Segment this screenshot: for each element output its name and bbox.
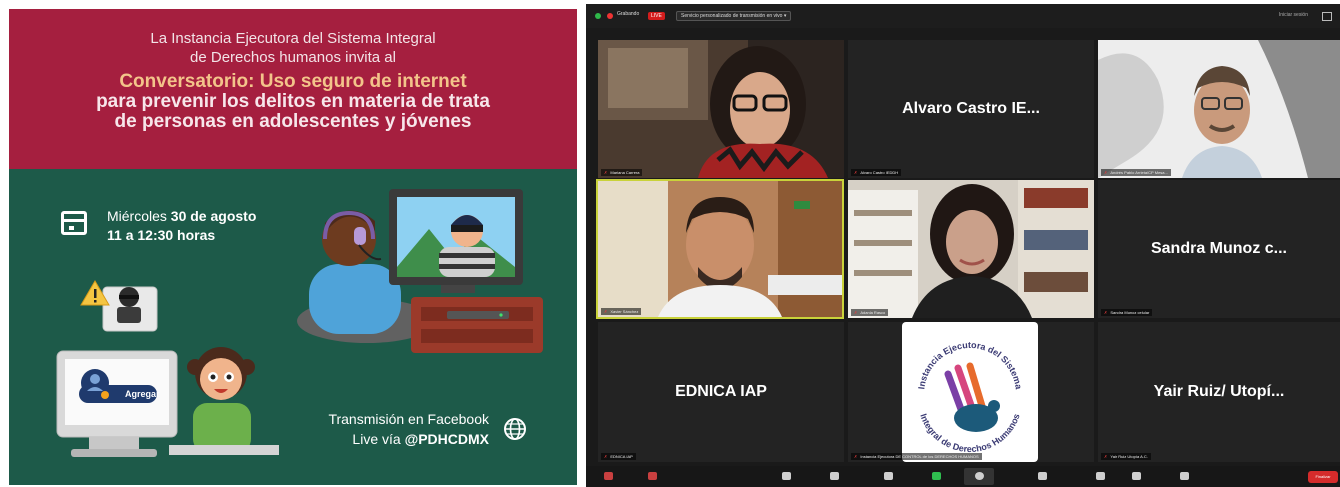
participants-icon[interactable] xyxy=(830,472,839,480)
share-screen-icon[interactable] xyxy=(932,472,941,480)
participant-name-tag: ✗ Yair Ruiz Utopía A.C. xyxy=(1101,453,1151,460)
poster-event-title: Conversatorio: Uso seguro de internet pa… xyxy=(9,72,577,132)
organization-logo: Instancia Ejecutora del Sistema Integral… xyxy=(902,322,1038,462)
girl-character xyxy=(169,347,279,455)
participant-name-tag: ✗ Sandra Munoz celular xyxy=(1101,309,1153,316)
security-shield-icon[interactable] xyxy=(595,13,601,19)
organization-logo-graphic: Instancia Ejecutora del Sistema Integral… xyxy=(916,340,1024,454)
participant-display-name: Sandra Munoz c... xyxy=(1150,240,1287,257)
gallery-view-icon[interactable] xyxy=(1322,12,1332,21)
participant-tile[interactable]: ✗ Adanla Rasco xyxy=(848,180,1094,318)
tv-stand xyxy=(411,297,543,353)
poster-intro-line1: La Instancia Ejecutora del Sistema Integ… xyxy=(150,30,436,47)
stream-handle: @PDHCDMX xyxy=(404,431,489,447)
stream-service-dropdown[interactable]: Servicio personalizado de transmisión en… xyxy=(676,11,792,21)
security-icon[interactable] xyxy=(782,472,791,480)
reactions-icon[interactable] xyxy=(1096,472,1105,480)
participant-tile[interactable]: Instancia Ejecutora del Sistema Integral… xyxy=(848,322,1094,462)
participant-name: Yair Ruiz Utopía A.C. xyxy=(1110,454,1148,459)
record-icon xyxy=(975,472,984,480)
participant-name-tag: ✗ Andrés Pablo Arrieta/CP Mesa... xyxy=(1101,169,1171,176)
tv-screen xyxy=(389,189,523,293)
mic-muted-icon: ✗ xyxy=(854,310,858,315)
stream-info-prefix: Live vía xyxy=(352,431,405,447)
stream-info-line1: Transmisión en Facebook xyxy=(328,411,489,427)
stream-service-value: Servicio personalizado de transmisión en… xyxy=(681,13,783,19)
video-conference-window: Grabando LIVE Servicio personalizado de … xyxy=(586,4,1340,487)
mic-muted-icon: ✗ xyxy=(604,309,608,314)
poster-title-line1: Conversatorio: Uso seguro de internet xyxy=(119,71,467,92)
mic-muted-icon: ✗ xyxy=(1104,454,1108,459)
meeting-topbar: Grabando LIVE Servicio personalizado de … xyxy=(586,4,1340,28)
recording-label: Grabando xyxy=(617,11,640,17)
poster-illustration: Agregar xyxy=(56,189,543,457)
apps-icon[interactable] xyxy=(1038,472,1047,480)
poster-body: Miércoles 30 de agosto 11 a 12:30 horas xyxy=(9,169,577,485)
poster-intro: La Instancia Ejecutora del Sistema Integ… xyxy=(9,29,577,67)
participant-tile[interactable]: EDNICA IAP ✗ EDNICA IAP xyxy=(598,322,844,462)
participant-video xyxy=(598,181,842,317)
exit-fullscreen-link[interactable]: Iniciar sesión xyxy=(1279,12,1308,18)
participant-tile[interactable]: ✗ Andrés Pablo Arrieta/CP Mesa... xyxy=(1098,40,1340,178)
participant-tile[interactable]: ✗ Mariana Carrera xyxy=(598,40,844,178)
meeting-toolbar: Finalizar xyxy=(586,466,1340,487)
participant-tile[interactable]: Alvaro Castro IE... ✗ Alvaro Castro IEDDH xyxy=(848,40,1094,178)
mic-muted-icon: ✗ xyxy=(604,170,608,175)
mic-muted-icon: ✗ xyxy=(604,454,608,459)
participant-name: Sandra Munoz celular xyxy=(1110,310,1150,315)
poster-title-line2: para prevenir los delitos en materia de … xyxy=(96,91,490,112)
mic-muted-icon: ✗ xyxy=(854,170,858,175)
mic-muted-icon: ✗ xyxy=(1104,310,1108,315)
event-poster: La Instancia Ejecutora del Sistema Integ… xyxy=(9,9,577,485)
globe-icon xyxy=(504,418,526,440)
mic-muted-icon: ✗ xyxy=(1104,170,1108,175)
live-badge[interactable]: LIVE xyxy=(648,12,665,20)
participant-name: EDNICA IAP xyxy=(610,454,633,459)
participant-name-tag: ✗ EDNICA IAP xyxy=(601,453,636,460)
participant-video xyxy=(598,40,844,178)
recording-dot-icon xyxy=(607,13,613,19)
poster-intro-line2: de Derechos humanos invita al xyxy=(190,49,396,66)
stream-info: Transmisión en Facebook Live vía @PDHCDM… xyxy=(328,409,489,449)
participant-tile-active-speaker[interactable]: ✗ Xavier Sánchez xyxy=(596,179,844,319)
agregar-label: Agregar xyxy=(125,389,160,399)
monitor-left: Agregar xyxy=(56,350,178,457)
participant-name: Mariana Carrera xyxy=(610,170,640,175)
participant-video xyxy=(1098,40,1340,178)
warning-popup xyxy=(80,280,158,332)
microphone-icon[interactable] xyxy=(604,472,613,480)
mic-muted-icon: ✗ xyxy=(854,454,858,459)
participant-name-tag: ✗ Instancia Ejecutora DE CONTROL de los D… xyxy=(851,453,982,460)
participant-display-name: EDNICA IAP xyxy=(675,383,767,400)
participant-display-name: Alvaro Castro IE... xyxy=(902,100,1040,117)
chat-icon[interactable] xyxy=(884,472,893,480)
participant-name: Alvaro Castro IEDDH xyxy=(860,170,899,175)
more-icon[interactable] xyxy=(1132,472,1141,480)
participant-name-tag: ✗ Xavier Sánchez xyxy=(601,308,642,315)
participant-name-tag: ✗ Alvaro Castro IEDDH xyxy=(851,169,902,176)
end-meeting-button[interactable]: Finalizar xyxy=(1308,471,1338,483)
poster-header: La Instancia Ejecutora del Sistema Integ… xyxy=(9,9,577,169)
participant-name: Adanla Rasco xyxy=(860,310,886,315)
participant-display-name: Yair Ruiz/ Utopí... xyxy=(1153,383,1285,400)
participant-tile[interactable]: Yair Ruiz/ Utopí... ✗ Yair Ruiz Utopía A.… xyxy=(1098,322,1340,462)
poster-title-line3: de personas en adolescentes y jóvenes xyxy=(114,111,472,132)
video-camera-icon[interactable] xyxy=(648,472,657,480)
participant-name: Instancia Ejecutora DE CONTROL de los DE… xyxy=(860,454,979,459)
participant-tile[interactable]: Sandra Munoz c... ✗ Sandra Munoz celular xyxy=(1098,180,1340,318)
whiteboard-icon[interactable] xyxy=(1180,472,1189,480)
participant-name-tag: ✗ Adanla Rasco xyxy=(851,309,889,316)
participant-name: Andrés Pablo Arrieta/CP Mesa... xyxy=(1110,170,1168,175)
participant-name-tag: ✗ Mariana Carrera xyxy=(601,169,643,176)
participant-video xyxy=(848,180,1094,318)
participant-name: Xavier Sánchez xyxy=(610,309,639,314)
